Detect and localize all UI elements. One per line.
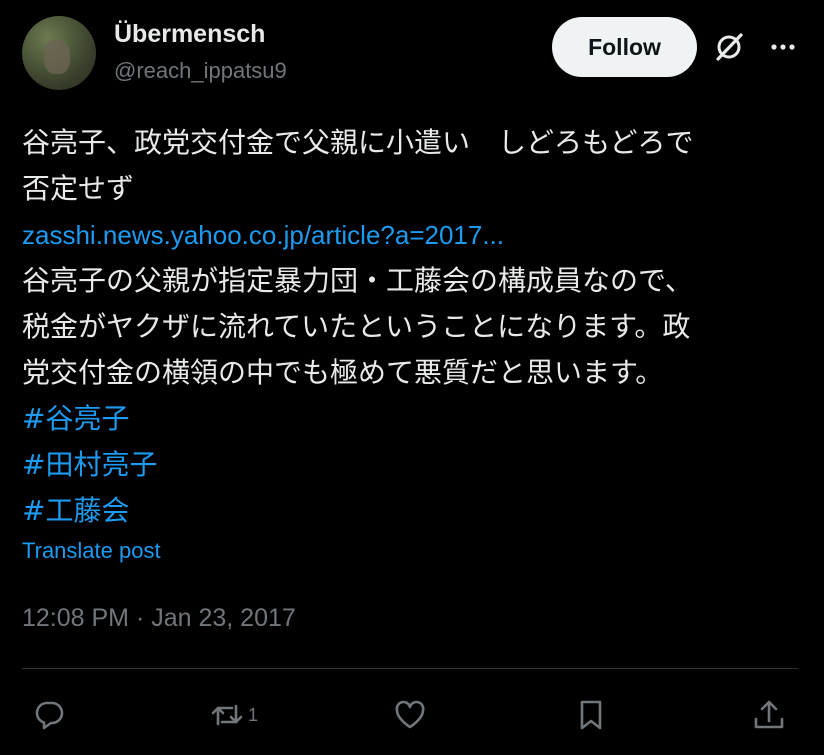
avatar[interactable] [22,16,96,90]
post-timestamp[interactable]: 12:08 PM · Jan 23, 2017 [22,604,296,633]
share-button[interactable] [752,690,786,740]
bookmark-button[interactable] [574,690,608,740]
hashtag-link[interactable]: #田村亮子 [22,442,802,488]
repost-button[interactable]: 1 [210,690,258,740]
grok-icon[interactable] [712,30,746,64]
post-text-line: 党交付金の横領の中でも極めて悪質だと思います。 [22,356,664,389]
post-body: 谷亮子、政党交付金で父親に小遣い しどろもどろで 否定せず zasshi.new… [22,120,802,534]
hashtag-link[interactable]: #谷亮子 [22,396,802,442]
author-name[interactable]: Übermensch [114,20,265,49]
article-link[interactable]: zasshi.news.yahoo.co.jp/article?a=2017..… [22,212,802,258]
author-handle[interactable]: @reach_ippatsu9 [114,58,287,84]
repost-icon [211,704,243,726]
repost-count: 1 [248,704,259,725]
more-icon[interactable] [766,30,800,64]
like-icon [395,700,425,729]
post-text-line: 否定せず [22,172,135,205]
post-text-line: 税金がヤクザに流れていたということになります。政 [22,310,691,343]
follow-button[interactable]: Follow [552,17,697,77]
divider [22,668,798,669]
bookmark-icon [580,700,602,730]
translate-post-link[interactable]: Translate post [22,538,161,564]
share-icon [754,700,784,729]
post-text-line: 谷亮子、政党交付金で父親に小遣い しどろもどろで [22,126,694,159]
reply-button[interactable] [32,690,70,740]
hashtag-link[interactable]: #工藤会 [22,488,802,534]
reply-icon [35,701,64,730]
post-header: Übermensch @reach_ippatsu9 Follow [22,16,802,94]
post-text-line: 谷亮子の父親が指定暴力団・工藤会の構成員なので、 [22,264,693,297]
like-button[interactable] [393,690,431,740]
action-bar: 1 [0,690,824,740]
